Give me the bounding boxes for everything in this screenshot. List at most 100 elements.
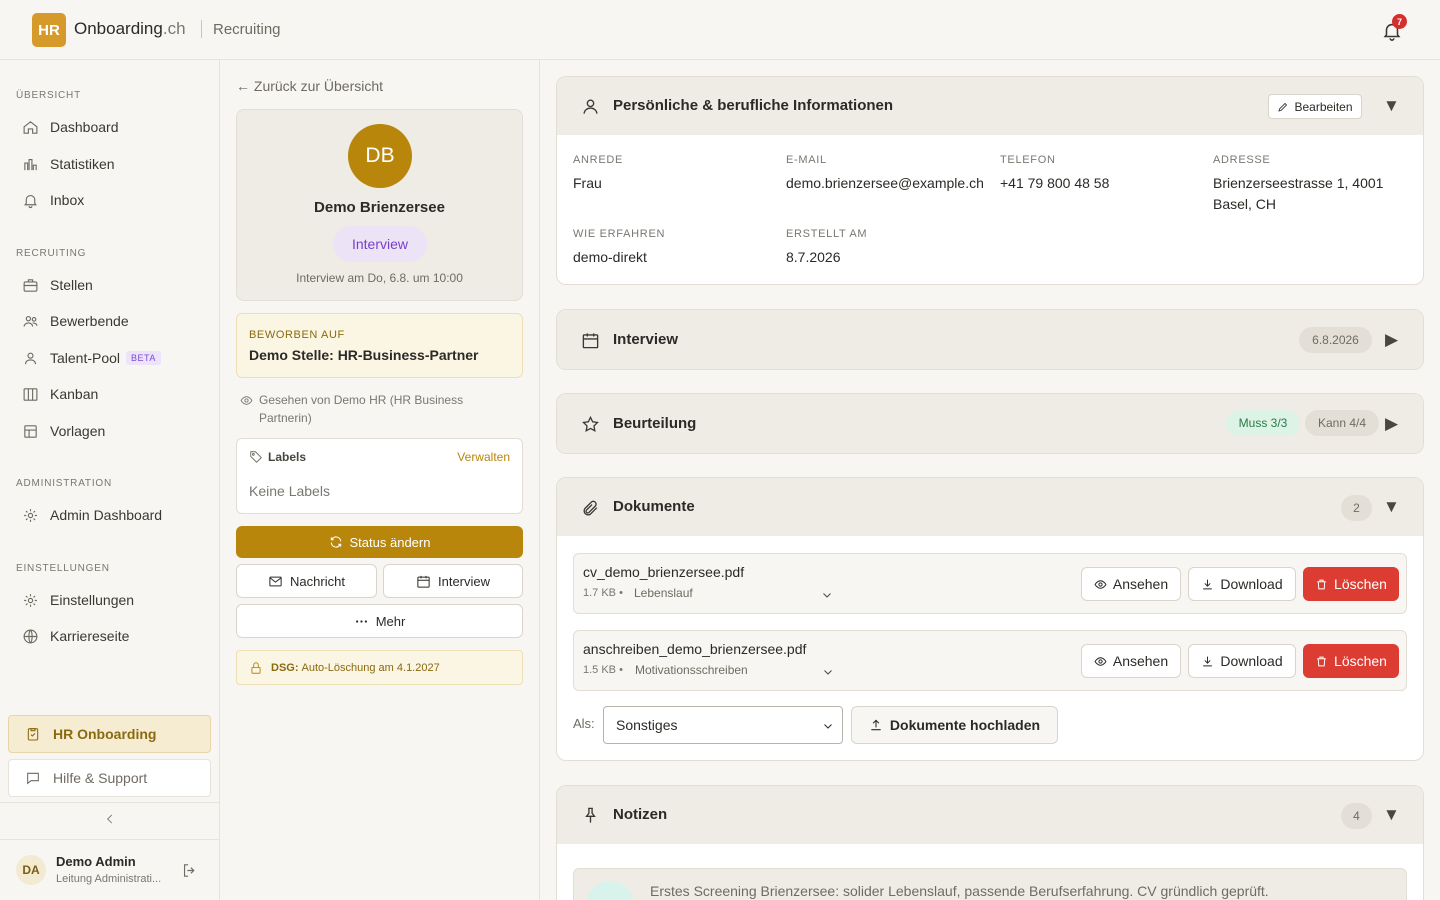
delete-button[interactable]: Löschen (1303, 567, 1399, 601)
sidebar-section-title: RECRUITING (16, 248, 87, 259)
document-type-select[interactable]: Lebenslauf (634, 586, 693, 600)
sidebar-section-title: ADMINISTRATION (16, 478, 113, 489)
chevron-left-icon[interactable] (103, 812, 117, 826)
dsg-label: DSG: (271, 661, 299, 674)
message-button[interactable]: Nachricht (236, 564, 377, 598)
brand-main: Onboarding (74, 19, 163, 38)
download-button[interactable]: Download (1188, 644, 1296, 678)
dropdown-value: Sonstiges (616, 717, 678, 733)
logout-icon[interactable] (181, 862, 198, 879)
dsg-notice: DSG: Auto-Löschung am 4.1.2027 (236, 650, 523, 685)
download-label: Download (1220, 576, 1283, 592)
brand-suffix: .ch (162, 19, 186, 38)
sidebar-item-inbox[interactable]: Inbox (22, 188, 84, 212)
upload-icon (871, 719, 881, 731)
sidebar-item-label: Admin Dashboard (50, 507, 163, 523)
caret-down-icon[interactable]: ▼ (1383, 805, 1400, 825)
chevron-down-icon[interactable] (821, 589, 833, 601)
more-button[interactable]: Mehr (236, 604, 523, 638)
top-bar: HR Onboarding.ch Recruiting 7 (0, 0, 1440, 60)
sidebar-item-talent-pool[interactable]: Talent-Pool BETA (22, 346, 161, 370)
sidebar-item-einstellungen[interactable]: Einstellungen (22, 588, 134, 612)
rating-card[interactable]: Beurteilung Muss 3/3 Kann 4/4 ▶ (556, 393, 1424, 454)
brand-section: Recruiting (213, 21, 281, 38)
field-value-telefon[interactable]: +41 79 800 48 58 (1000, 173, 1109, 194)
avatar: DB (348, 124, 412, 188)
field-label: ERSTELLT AM (786, 228, 868, 240)
user-role: Leitung Administrati... (56, 873, 162, 885)
delete-label: Löschen (1334, 653, 1387, 669)
notification-badge: 7 (1392, 14, 1407, 29)
caret-right-icon[interactable]: ▶ (1385, 330, 1398, 350)
sidebar-item-kanban[interactable]: Kanban (22, 382, 98, 406)
delete-button[interactable]: Löschen (1303, 644, 1399, 678)
trash-icon (1317, 579, 1326, 589)
sidebar-item-label: Bewerbende (50, 313, 129, 329)
applied-label: BEWORBEN AUF (249, 329, 345, 341)
field-value-adresse: Brienzerseestrasse 1, 4001 Basel, CH (1213, 175, 1384, 212)
card-title: Beurteilung (613, 415, 697, 432)
applied-job[interactable]: Demo Stelle: HR-Business-Partner (249, 347, 479, 363)
field-value-email[interactable]: demo.brienzersee@example.ch (786, 173, 986, 194)
interview-label: Interview (437, 573, 491, 589)
download-button[interactable]: Download (1188, 567, 1296, 601)
logo[interactable]: HR (32, 13, 66, 47)
caret-down-icon[interactable]: ▼ (1383, 96, 1400, 116)
sidebar-item-karriereseite[interactable]: Karriereseite (22, 624, 129, 648)
sidebar-item-statistiken[interactable]: Statistiken (22, 152, 115, 176)
refresh-icon (330, 536, 341, 548)
caret-right-icon[interactable]: ▶ (1385, 414, 1398, 434)
edit-button[interactable]: Bearbeiten (1268, 94, 1362, 119)
pin-icon (585, 807, 596, 823)
sidebar-item-admin-dashboard[interactable]: Admin Dashboard (22, 503, 162, 527)
help-support-button[interactable]: Hilfe & Support (8, 759, 211, 797)
document-name[interactable]: cv_demo_brienzersee.pdf (583, 564, 744, 580)
interview-header: Interview 6.8.2026 ▶ (557, 310, 1423, 369)
field-value-erfahren: demo-direkt (573, 249, 647, 265)
notes-header[interactable]: Notizen 4 ▼ (557, 786, 1423, 844)
caret-down-icon[interactable]: ▼ (1383, 497, 1400, 517)
columns-icon (23, 387, 38, 401)
document-count-badge: 2 (1341, 495, 1372, 521)
user-icon (583, 99, 598, 114)
document-name[interactable]: anschreiben_demo_brienzersee.pdf (583, 641, 806, 657)
interview-button[interactable]: Interview (383, 564, 523, 598)
sidebar-item-label: Kanban (50, 386, 99, 402)
sidebar-item-label: Stellen (50, 277, 93, 293)
gear-icon (24, 593, 37, 607)
hr-onboarding-button[interactable]: HR Onboarding (8, 715, 211, 753)
interview-card[interactable]: Interview 6.8.2026 ▶ (556, 309, 1424, 370)
field-label: ADRESSE (1213, 154, 1271, 166)
calendar-icon (582, 333, 599, 349)
template-icon (24, 424, 37, 438)
change-status-button[interactable]: Status ändern (236, 526, 523, 558)
upload-label: Dokumente hochladen (889, 717, 1041, 733)
manage-labels-link[interactable]: Verwalten (457, 450, 510, 464)
documents-header[interactable]: Dokumente 2 ▼ (557, 478, 1423, 536)
chevron-down-icon[interactable] (822, 666, 834, 678)
view-button[interactable]: Ansehen (1081, 567, 1181, 601)
field-label: ANREDE (573, 154, 624, 166)
chat-icon (27, 772, 39, 785)
mail-icon (269, 576, 282, 586)
sidebar-item-bewerbende[interactable]: Bewerbende (22, 309, 129, 333)
avatar[interactable]: DA (16, 855, 46, 885)
sidebar-item-label: Dashboard (50, 119, 119, 135)
download-icon (1203, 579, 1213, 589)
field-label: TELEFON (1000, 154, 1056, 166)
applied-job-box: BEWORBEN AUF Demo Stelle: HR-Business-Pa… (236, 313, 523, 378)
brand-name[interactable]: Onboarding.ch (74, 19, 186, 39)
back-link[interactable]: ← Zurück zur Übersicht (236, 78, 383, 94)
users-icon (23, 315, 38, 327)
view-button[interactable]: Ansehen (1081, 644, 1181, 678)
sidebar-item-stellen[interactable]: Stellen (22, 273, 93, 297)
sidebar-item-vorlagen[interactable]: Vorlagen (22, 419, 105, 443)
upload-documents-button[interactable]: Dokumente hochladen (851, 706, 1058, 744)
eye-icon (1094, 579, 1107, 589)
user-group-icon (24, 352, 37, 364)
document-type-dropdown[interactable]: Sonstiges (603, 706, 843, 744)
document-type-select[interactable]: Motivationsschreiben (635, 663, 748, 677)
must-badge: Muss 3/3 (1226, 410, 1300, 436)
sidebar-item-dashboard[interactable]: Dashboard (22, 115, 119, 139)
personal-info-header[interactable]: Persönliche & berufliche Informationen B… (557, 77, 1423, 135)
